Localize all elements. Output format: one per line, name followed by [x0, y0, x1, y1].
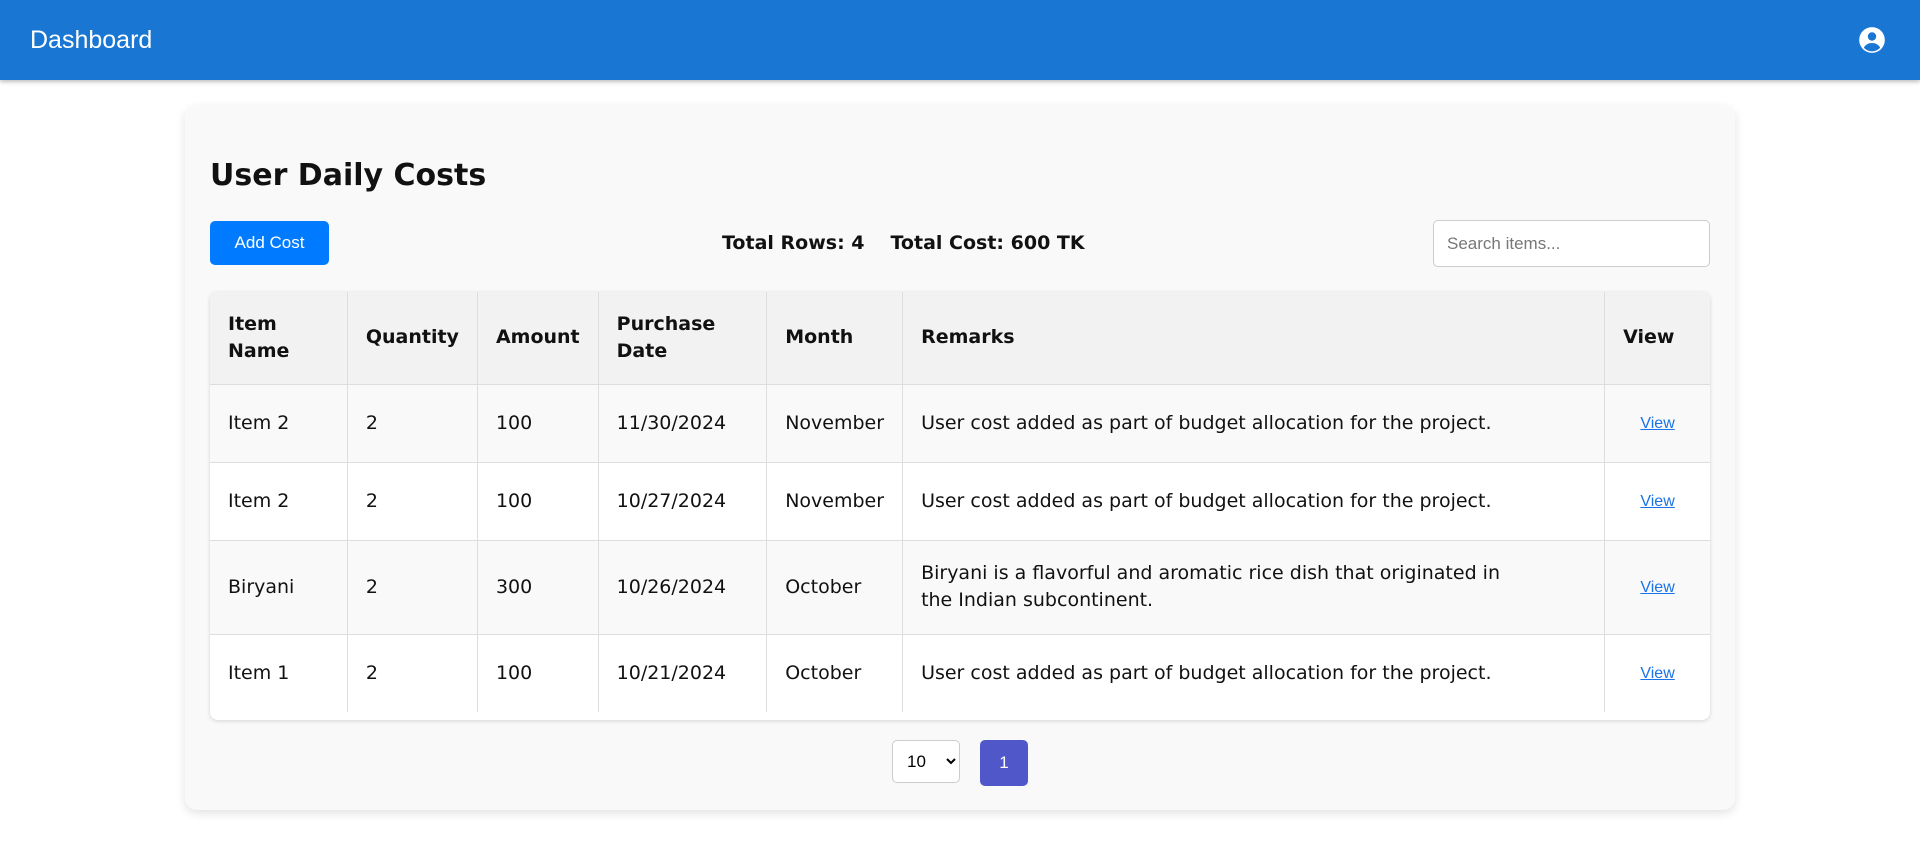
cell-amount: 100 [477, 634, 599, 712]
cell-view: View [1604, 384, 1710, 463]
table-row: Item 1 2 100 10/21/2024 October User cos… [210, 634, 1710, 712]
cell-view: View [1605, 634, 1710, 712]
table-row: Item 2 2 100 11/30/2024 November User co… [210, 384, 1710, 463]
cell-view: View [1604, 462, 1710, 541]
view-link[interactable]: View [1640, 415, 1674, 432]
search-input[interactable] [1433, 220, 1710, 267]
header-view: View [1604, 292, 1710, 385]
cell-quantity: 2 [347, 384, 478, 463]
cell-amount: 100 [477, 384, 599, 463]
app-title: Dashboard [30, 25, 153, 54]
cell-item-name: Item 1 [210, 634, 348, 712]
cell-view: View [1604, 540, 1710, 635]
table-row: Item 2 2 100 10/27/2024 November User co… [210, 462, 1710, 541]
cell-month: October [766, 540, 904, 635]
app-bar: Dashboard [0, 0, 1920, 80]
page-size-select[interactable]: 10 [892, 740, 960, 783]
cell-amount: 300 [477, 540, 599, 635]
account-circle-icon [1859, 27, 1885, 53]
page-1-button[interactable]: 1 [980, 740, 1028, 786]
total-cost: Total Cost: 600 TK [890, 232, 1085, 254]
table-header-row: Item Name Quantity Amount Purchase Date … [210, 292, 1710, 385]
header-quantity[interactable]: Quantity [347, 292, 478, 385]
header-month[interactable]: Month [766, 292, 904, 385]
cell-amount: 100 [477, 462, 599, 541]
totals-summary: Total Rows: 4 Total Cost: 600 TK [722, 232, 1085, 254]
account-button[interactable] [1854, 22, 1890, 58]
view-link[interactable]: View [1640, 665, 1674, 682]
cell-item-name: Biryani [210, 540, 348, 635]
header-remarks[interactable]: Remarks [902, 292, 1606, 385]
cell-month: October [766, 634, 904, 712]
header-amount[interactable]: Amount [477, 292, 599, 385]
cell-item-name: Item 2 [210, 462, 348, 541]
cell-remarks: User cost added as part of budget alloca… [902, 462, 1606, 541]
cell-remarks: Biryani is a flavorful and aromatic rice… [902, 540, 1606, 635]
cell-quantity: 2 [347, 634, 478, 712]
cell-quantity: 2 [347, 540, 478, 635]
cell-item-name: Item 2 [210, 384, 348, 463]
view-link[interactable]: View [1640, 579, 1674, 596]
cell-purchase-date: 10/27/2024 [598, 462, 768, 541]
total-rows: Total Rows: 4 [722, 232, 865, 254]
header-purchase-date[interactable]: Purchase Date [598, 292, 768, 385]
cell-month: November [766, 384, 904, 463]
page-title: User Daily Costs [210, 158, 487, 193]
header-item-name[interactable]: Item Name [210, 292, 348, 385]
cell-quantity: 2 [347, 462, 478, 541]
cell-purchase-date: 11/30/2024 [598, 384, 768, 463]
pagination: 10 1 [185, 740, 1735, 786]
cell-purchase-date: 10/26/2024 [598, 540, 768, 635]
costs-card: User Daily Costs Add Cost Total Rows: 4 … [185, 106, 1735, 810]
add-cost-button[interactable]: Add Cost [210, 221, 329, 265]
cell-remarks: User cost added as part of budget alloca… [902, 384, 1606, 463]
view-link[interactable]: View [1640, 493, 1674, 510]
cell-purchase-date: 10/21/2024 [598, 634, 768, 712]
costs-table: Item Name Quantity Amount Purchase Date … [210, 292, 1710, 720]
cell-remarks: User cost added as part of budget alloca… [902, 634, 1606, 712]
table-row: Biryani 2 300 10/26/2024 October Biryani… [210, 540, 1710, 635]
cell-month: November [766, 462, 904, 541]
